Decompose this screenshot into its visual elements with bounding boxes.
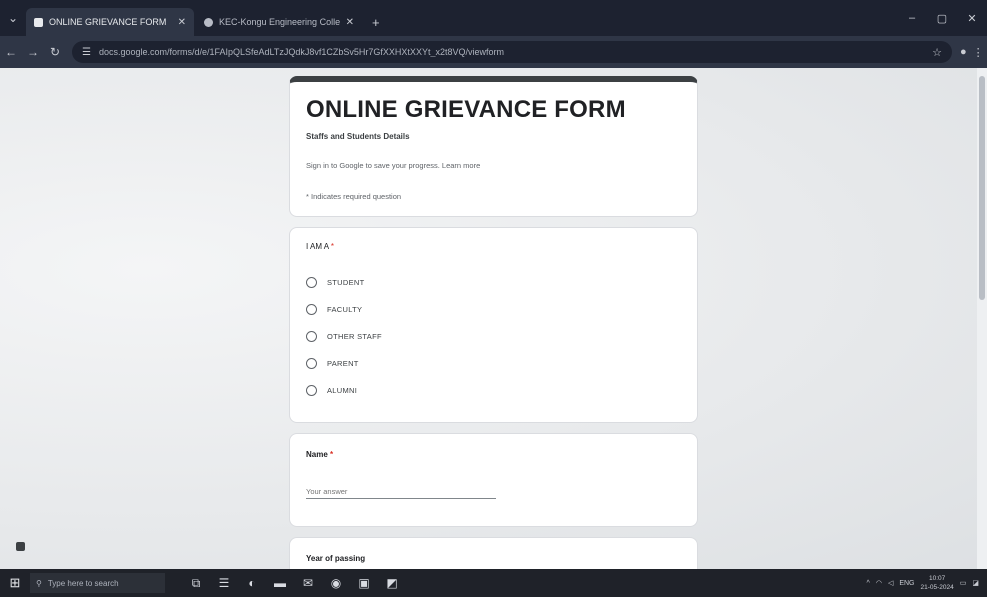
taskbar-search-placeholder: Type here to search [47, 578, 119, 588]
question-text: Year of passing [306, 554, 366, 563]
question-text: Name [306, 450, 328, 459]
chevron-up-icon[interactable]: ^ [867, 580, 870, 587]
tab-title: KEC-Kongu Engineering Colle... [219, 17, 340, 27]
name-input[interactable] [306, 485, 496, 499]
question-card-name: Name * [289, 433, 698, 527]
url-text[interactable]: docs.google.com/forms/d/e/1FAIpQLSfeAdLT… [99, 47, 924, 57]
scrollbar[interactable] [977, 68, 987, 569]
radio-option-faculty[interactable]: FACULTY [306, 296, 681, 323]
window-controls: – ▢ ✕ [897, 0, 987, 36]
taskbar-apps: ⧉ ☰ ◐ ▬ ✉ ◉ ▣ ◩ [165, 576, 401, 591]
radio-option-other-staff[interactable]: OTHER STAFF [306, 323, 681, 350]
question-card-year-of-passing: Year of passing [289, 537, 698, 569]
option-label: PARENT [327, 359, 359, 368]
option-label: ALUMNI [327, 386, 358, 395]
forms-favicon-icon [34, 17, 43, 27]
profile-icon[interactable]: ● [960, 46, 967, 59]
chat-icon[interactable]: ▭ [960, 579, 967, 587]
page-viewport: ONLINE GRIEVANCE FORM Staffs and Student… [0, 68, 987, 569]
form-header-card: ONLINE GRIEVANCE FORM Staffs and Student… [289, 76, 698, 217]
new-tab-button[interactable]: + [364, 8, 388, 36]
question-text: I AM A [306, 242, 329, 251]
menu-kebab-icon[interactable]: ⋮ [973, 46, 984, 59]
form-container: ONLINE GRIEVANCE FORM Staffs and Student… [289, 76, 698, 569]
taskbar-search-box[interactable]: ⚲ Type here to search [30, 573, 165, 593]
back-icon[interactable]: ← [0, 45, 22, 59]
close-window-button[interactable]: ✕ [957, 12, 987, 25]
volume-icon[interactable]: ◁ [888, 579, 893, 587]
scrollbar-thumb[interactable] [979, 76, 985, 300]
tab-close-icon[interactable]: ✕ [178, 17, 186, 28]
required-asterisk: * [330, 242, 335, 251]
radio-option-parent[interactable]: PARENT [306, 350, 681, 377]
address-bar[interactable]: ☰ docs.google.com/forms/d/e/1FAIpQLSfeAd… [72, 41, 952, 63]
clock-date: 21-05-2024 [920, 584, 954, 591]
feedback-icon[interactable] [16, 542, 25, 551]
question-card-i-am-a: I AM A * STUDENT FACULTY OTHER STAFF PAR… [289, 227, 698, 423]
required-note: * Indicates required question [306, 192, 402, 201]
browser-toolbar: ← → ↻ ☰ docs.google.com/forms/d/e/1FAIpQ… [0, 36, 987, 68]
mail-icon[interactable]: ✉ [299, 576, 317, 591]
edge-icon[interactable]: ◐ [243, 576, 261, 591]
taskbar-clock[interactable]: 10:07 21-05-2024 [921, 574, 954, 592]
store-icon[interactable]: ▣ [355, 576, 373, 591]
radio-circle-icon[interactable] [306, 331, 317, 342]
option-label: FACULTY [327, 305, 363, 314]
os-taskbar: ⊞ ⚲ Type here to search ⧉ ☰ ◐ ▬ ✉ ◉ ▣ ◩ … [0, 569, 987, 597]
browser-tab-strip: ⌄ ONLINE GRIEVANCE FORM ✕ KEC-Kongu Engi… [0, 0, 987, 36]
tab-title: ONLINE GRIEVANCE FORM [49, 17, 167, 27]
signin-prompt[interactable]: Sign in to Google to save your progress.… [306, 161, 681, 170]
language-indicator[interactable]: ENG [899, 580, 914, 587]
bookmark-star-icon[interactable]: ☆ [932, 46, 942, 59]
option-label: STUDENT [327, 278, 365, 287]
question-label: Name * [306, 450, 681, 459]
tab-close-icon[interactable]: ✕ [346, 17, 354, 28]
tab-grievance-form[interactable]: ONLINE GRIEVANCE FORM ✕ [26, 8, 194, 36]
required-asterisk: * [330, 450, 334, 459]
tab-kec[interactable]: KEC-Kongu Engineering Colle... ✕ [196, 8, 362, 36]
restore-button[interactable]: ▢ [927, 12, 957, 25]
form-description: Staffs and Students Details [306, 132, 410, 141]
task-view-icon[interactable]: ⧉ [187, 576, 205, 591]
radio-circle-icon[interactable] [306, 304, 317, 315]
radio-circle-icon[interactable] [306, 358, 317, 369]
option-label: OTHER STAFF [327, 332, 382, 341]
windows-start-icon[interactable]: ⊞ [0, 575, 30, 591]
reload-icon[interactable]: ↻ [44, 45, 66, 59]
file-explorer-icon[interactable]: ▬ [271, 576, 289, 591]
notification-icon[interactable]: ◪ [972, 579, 979, 587]
clock-time: 10:07 [928, 575, 946, 582]
radio-circle-icon[interactable] [306, 277, 317, 288]
site-info-icon[interactable]: ☰ [82, 47, 91, 58]
app-icon[interactable]: ◩ [383, 576, 401, 591]
minimize-button[interactable]: – [897, 12, 927, 24]
widgets-icon[interactable]: ☰ [215, 576, 233, 591]
chrome-icon[interactable]: ◉ [327, 576, 345, 591]
wifi-icon[interactable]: ◠ [876, 579, 882, 587]
form-title: ONLINE GRIEVANCE FORM [306, 96, 626, 123]
radio-option-alumni[interactable]: ALUMNI [306, 377, 681, 404]
forward-icon[interactable]: → [22, 45, 44, 59]
system-tray: ^ ◠ ◁ ENG 10:07 21-05-2024 ▭ ◪ [867, 574, 987, 592]
tab-search-icon[interactable]: ⌄ [0, 0, 26, 36]
globe-favicon-icon [204, 17, 213, 27]
radio-circle-icon[interactable] [306, 385, 317, 396]
search-icon: ⚲ [36, 578, 42, 588]
radio-option-student[interactable]: STUDENT [306, 269, 681, 296]
question-label: I AM A * [306, 242, 681, 251]
